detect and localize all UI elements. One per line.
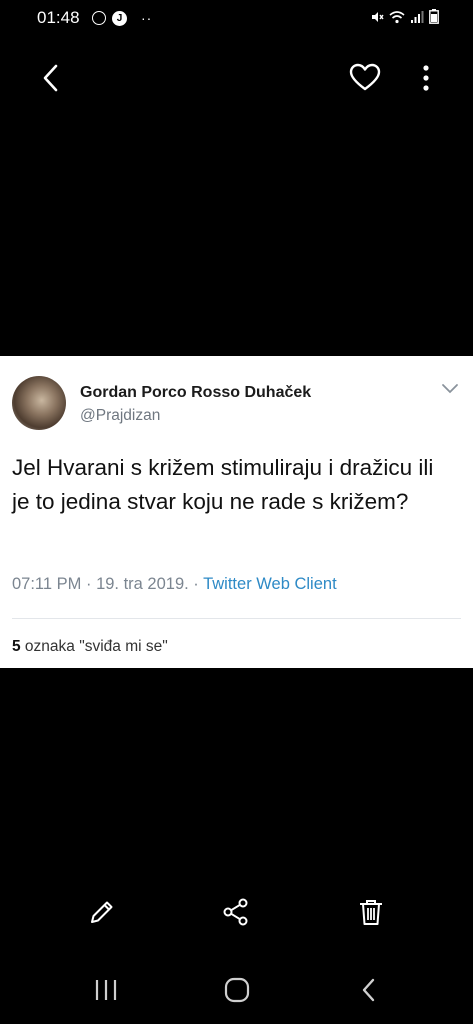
author-name[interactable]: Gordan Porco Rosso Duhaček [80,384,311,402]
like-label: oznaka "sviđa mi se" [20,638,168,655]
edit-icon[interactable] [87,897,117,927]
notification-icons: J ·· [92,10,152,26]
divider [12,618,461,619]
tweet-text: Jel Hvarani s križem stimuliraju i draži… [12,455,434,514]
tweet-timestamp: 07:11 PM · 19. tra 2019. · [12,575,204,593]
signal-icon [411,10,424,23]
like-count: 5 [12,638,21,655]
back-arrow-icon[interactable] [36,60,68,96]
tweet-client-link[interactable]: Twitter Web Client [203,575,337,593]
recent-apps-icon[interactable] [91,975,121,1005]
status-time: 01:48 [37,8,80,27]
tweet-meta: 07:11 PM · 19. tra 2019. · Twitter Web C… [12,575,337,594]
heart-icon[interactable] [348,62,382,94]
share-icon[interactable] [221,897,251,927]
j-app-icon: J [112,10,127,26]
more-notifications-icon: ·· [141,10,153,26]
system-status-icons [370,9,439,24]
more-vertical-icon[interactable] [414,62,438,94]
likes-summary[interactable]: 5 oznaka "sviđa mi se" [12,638,168,656]
back-icon[interactable] [354,975,384,1005]
home-icon[interactable] [222,975,252,1005]
battery-icon [429,9,439,24]
author-handle[interactable]: @Prajdizan [80,407,160,425]
wifi-icon [389,10,405,23]
avatar[interactable] [12,376,66,430]
mute-icon [372,11,384,22]
chevron-down-icon[interactable] [441,383,459,395]
tweet-card[interactable]: Gordan Porco Rosso Duhaček @Prajdizan Je… [0,356,473,668]
sync-icon [92,11,106,25]
delete-icon[interactable] [356,897,386,927]
